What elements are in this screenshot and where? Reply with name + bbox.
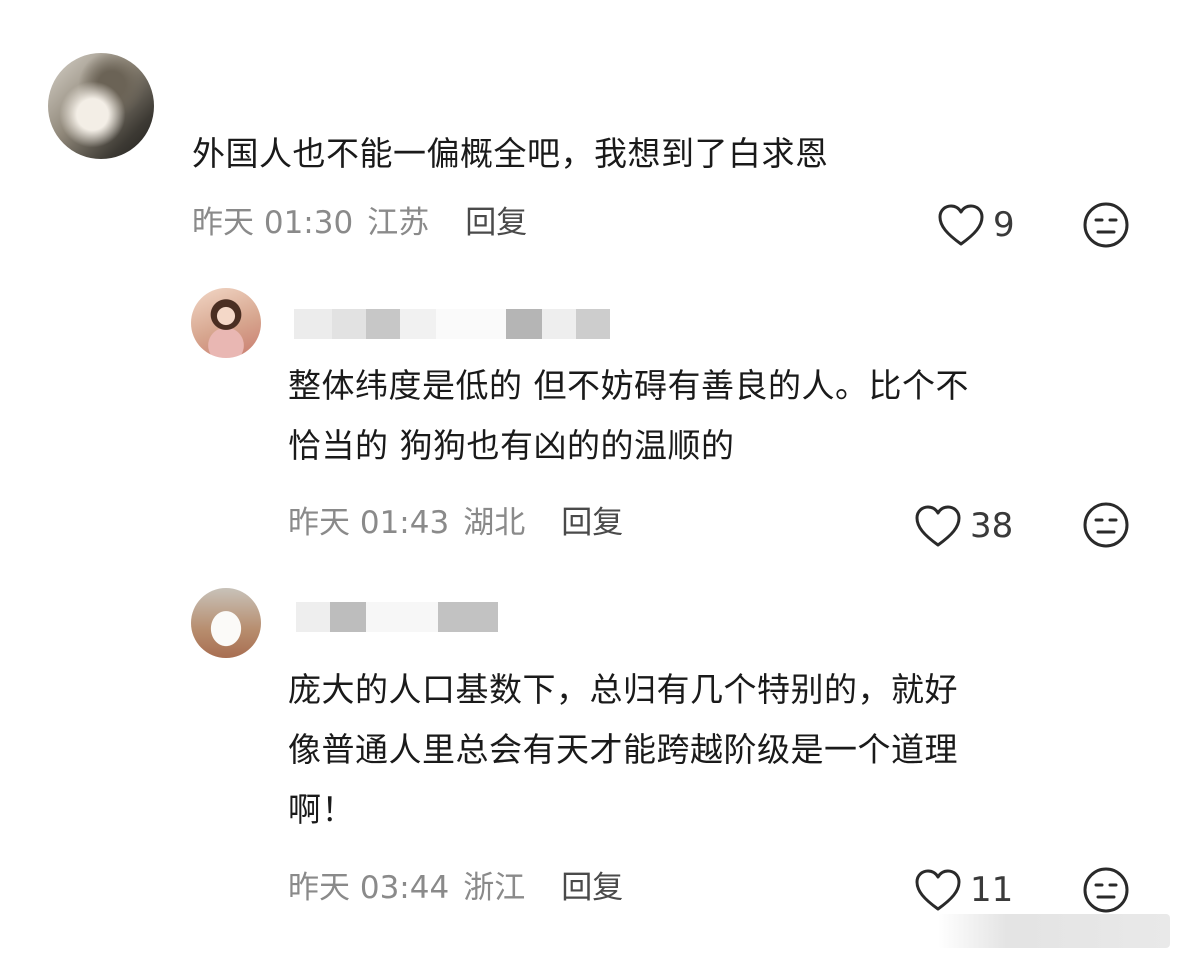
- reply-button[interactable]: 回复: [465, 203, 527, 243]
- comment-meta: 昨天 03:44 浙江 回复: [288, 868, 623, 908]
- neutral-face-icon[interactable]: [1082, 501, 1130, 549]
- comment-time: 昨天 03:44: [288, 870, 450, 906]
- neutral-face-icon[interactable]: [1082, 201, 1130, 249]
- comment-text-line: 像普通人里总会有天才能跨越阶级是一个道理: [288, 730, 958, 769]
- comment-text-line: 啊！: [288, 790, 355, 829]
- like-button[interactable]: 9: [937, 201, 1015, 249]
- heart-outline-icon: [915, 869, 961, 911]
- comment-time: 昨天 01:43: [288, 505, 450, 541]
- reply-button[interactable]: 回复: [561, 868, 623, 908]
- comment-text: 整体纬度是低的 但不妨碍有善良的人。比个不 恰当的 狗狗也有凶的的温顺的: [288, 356, 969, 476]
- watermark: [938, 914, 1170, 948]
- comment-location: 浙江: [463, 870, 526, 906]
- avatar[interactable]: [48, 53, 154, 159]
- comment-text-line: 庞大的人口基数下，总归有几个特别的，就好: [288, 670, 958, 709]
- avatar[interactable]: [191, 588, 261, 658]
- comment-text: 庞大的人口基数下，总归有几个特别的，就好 像普通人里总会有天才能跨越阶级是一个道…: [288, 660, 958, 840]
- comment-text-line: 恰当的 狗狗也有凶的的温顺的: [288, 426, 735, 465]
- like-count: 38: [970, 506, 1014, 546]
- blurred-username: [296, 602, 498, 632]
- comment-text-line: 整体纬度是低的 但不妨碍有善良的人。比个不: [288, 366, 969, 405]
- like-button[interactable]: 38: [914, 502, 1013, 550]
- comment-meta: 昨天 01:43 湖北 回复: [288, 503, 623, 543]
- comment-text: 外国人也不能一偏概全吧，我想到了白求恩: [192, 134, 829, 173]
- blurred-username: [294, 309, 610, 339]
- comment-location: 江苏: [367, 205, 430, 241]
- neutral-face-icon[interactable]: [1082, 866, 1130, 914]
- avatar[interactable]: [191, 288, 261, 358]
- heart-outline-icon: [915, 505, 961, 547]
- heart-outline-icon: [938, 204, 984, 246]
- like-button[interactable]: 11: [914, 866, 1013, 914]
- comment-meta: 昨天 01:30 江苏 回复: [192, 203, 527, 243]
- like-count: 9: [993, 205, 1015, 245]
- like-count: 11: [970, 870, 1014, 910]
- comment-location: 湖北: [463, 505, 526, 541]
- comment-time: 昨天 01:30: [192, 205, 354, 241]
- reply-button[interactable]: 回复: [561, 503, 623, 543]
